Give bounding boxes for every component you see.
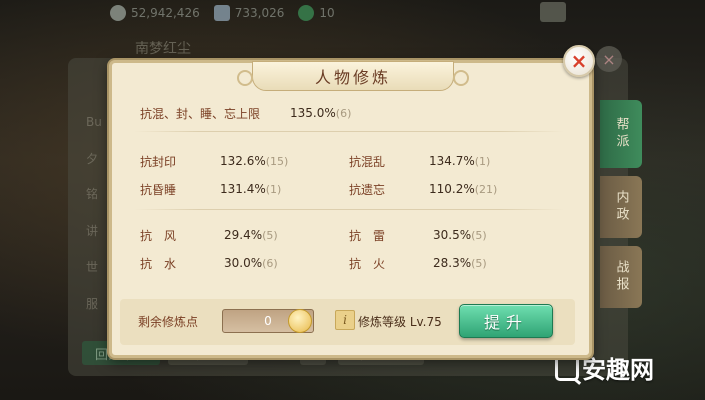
- close-button[interactable]: ×: [563, 45, 595, 77]
- tab-gang[interactable]: 帮派: [600, 100, 642, 168]
- add-points-coin-icon[interactable]: [288, 309, 312, 333]
- background-list-item: 服: [86, 297, 99, 311]
- jade-value: 10: [319, 6, 335, 20]
- resist-label: 抗昏睡: [140, 182, 177, 197]
- resist-percent: 28.3%: [433, 256, 472, 270]
- resist-percent: 110.2%: [429, 182, 475, 196]
- resist-cap-percent: 135.0%: [290, 106, 336, 120]
- background-list-item: 讲: [86, 224, 99, 238]
- silver-value: 52,942,426: [131, 6, 200, 20]
- resist-value: 134.7%(1): [429, 154, 490, 168]
- divider: [134, 209, 564, 210]
- resist-wind-row: 抗 风 29.4%(5): [140, 225, 278, 245]
- upgrade-button[interactable]: 提升: [459, 304, 553, 338]
- info-icon[interactable]: i: [335, 310, 355, 330]
- resist-chaos-row: 抗混乱 134.7%(1): [349, 151, 490, 171]
- resist-percent: 131.4%: [220, 182, 266, 196]
- resist-level: (1): [265, 183, 282, 196]
- background-list-item: 铭: [86, 187, 99, 201]
- resist-value: 131.4%(1): [220, 182, 281, 196]
- resist-label: 抗遗忘: [349, 182, 386, 197]
- resist-percent: 30.5%: [433, 228, 472, 242]
- cultivation-level-label: 修炼等级 Lv.75: [358, 315, 442, 329]
- background-list-item: Bu: [86, 115, 102, 129]
- resist-cap-row: 抗混、封、睡、忘上限 135.0%(6): [140, 103, 351, 123]
- resist-level: (6): [262, 257, 278, 270]
- dialog-title: 人物修炼: [314, 68, 391, 87]
- jade-icon: [298, 5, 315, 21]
- divider: [134, 131, 564, 132]
- resist-water-row: 抗 水 30.0%(6): [140, 253, 278, 273]
- jade-resource: 10: [298, 5, 335, 21]
- tab-internal-affairs[interactable]: 内政: [600, 176, 642, 238]
- resist-percent: 132.6%: [220, 154, 266, 168]
- silver-resource: 52,942,426: [110, 5, 200, 21]
- resist-label: 抗 雷: [349, 228, 386, 243]
- resist-level: (5): [471, 257, 487, 270]
- treasure-chest-icon[interactable]: [540, 2, 566, 22]
- resist-label: 抗封印: [140, 154, 177, 169]
- gem-icon: [213, 5, 230, 21]
- resist-value: 30.0%(6): [224, 256, 278, 270]
- resist-percent: 134.7%: [429, 154, 475, 168]
- gem-resource: 733,026: [213, 5, 285, 21]
- tab-battle-report[interactable]: 战报: [600, 246, 642, 308]
- resist-thunder-row: 抗 雷 30.5%(5): [349, 225, 487, 245]
- resist-value: 28.3%(5): [433, 256, 487, 270]
- watermark-logo-icon: [555, 354, 579, 381]
- background-list-item: 世: [86, 260, 99, 274]
- resist-percent: 29.4%: [224, 228, 263, 242]
- cultivation-dialog: 人物修炼 × 抗混、封、睡、忘上限 135.0%(6) 抗封印 132.6%(1…: [109, 45, 595, 358]
- resist-value: 110.2%(21): [429, 182, 497, 196]
- resist-cap-level: (6): [335, 107, 352, 120]
- resist-percent: 30.0%: [224, 256, 263, 270]
- gem-value: 733,026: [234, 6, 285, 20]
- silver-coin-icon: [110, 5, 126, 21]
- resist-cap-label: 抗混、封、睡、忘上限: [140, 106, 261, 121]
- resist-sleep-row: 抗昏睡 131.4%(1): [140, 179, 281, 199]
- background-list-item: 夕: [86, 152, 99, 166]
- resist-fire-row: 抗 火 28.3%(5): [349, 253, 487, 273]
- background-close-button[interactable]: ×: [596, 46, 622, 72]
- resist-level: (21): [474, 183, 498, 196]
- dialog-title-plate: 人物修炼: [237, 61, 469, 91]
- resist-level: (1): [474, 155, 491, 168]
- resist-cap-value: 135.0%(6): [290, 106, 351, 120]
- remaining-points-value: 0: [264, 314, 272, 328]
- resource-bar: 52,942,426 733,026 10: [110, 0, 590, 26]
- resist-label: 抗 水: [140, 256, 177, 271]
- resist-label: 抗 火: [349, 256, 386, 271]
- background-panel-title: 南梦红尘: [135, 41, 191, 57]
- resist-seal-row: 抗封印 132.6%(15): [140, 151, 288, 171]
- remaining-points-label: 剩余修炼点: [138, 315, 199, 329]
- resist-level: (5): [262, 229, 278, 242]
- resist-value: 132.6%(15): [220, 154, 288, 168]
- watermark-text: 安趣网: [582, 356, 654, 384]
- resist-value: 30.5%(5): [433, 228, 487, 242]
- resist-value: 29.4%(5): [224, 228, 278, 242]
- resist-level: (15): [265, 155, 289, 168]
- resist-label: 抗 风: [140, 228, 177, 243]
- resist-level: (5): [471, 229, 487, 242]
- resist-label: 抗混乱: [349, 154, 386, 169]
- resist-forget-row: 抗遗忘 110.2%(21): [349, 179, 497, 199]
